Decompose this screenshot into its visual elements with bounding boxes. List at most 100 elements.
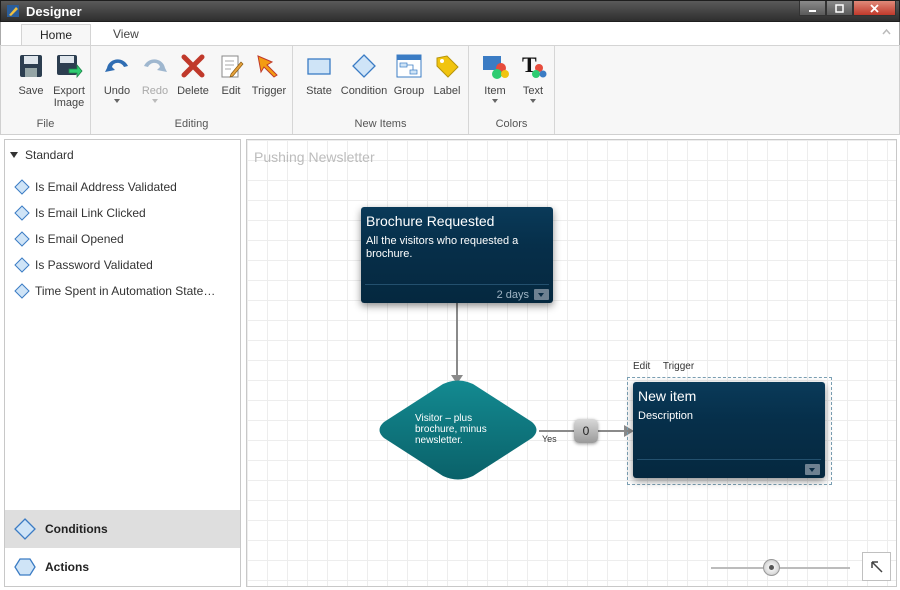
state-button[interactable]: State [299,52,339,97]
list-item[interactable]: Time Spent in Automation State… [14,278,234,304]
section-title: Standard [25,148,74,162]
state-title: Brochure Requested [366,213,495,229]
toolbox-panel: Standard Is Email Address Validated Is E… [4,139,241,587]
group-label-new-items: New Items [354,118,407,130]
toolbox-section-standard[interactable]: Standard [10,148,74,162]
redo-icon [144,59,167,72]
group-label-colors: Colors [495,118,528,130]
condition-button[interactable]: Condition [340,52,388,97]
condition-diamond-icon [14,283,30,299]
edit-label: Edit [221,85,241,97]
group-label: Group [393,85,425,97]
undo-dropdown-icon[interactable] [114,99,120,103]
text-color-label: Text [522,85,544,97]
text-color-button[interactable]: T Text [513,52,553,103]
maximize-button[interactable] [826,1,853,16]
ribbon-group-new-items: State Condition Group Label New Items [293,46,469,134]
group-button[interactable]: Group [389,52,429,97]
redo-button[interactable]: Redo [135,52,175,103]
list-item[interactable]: Is Email Link Clicked [14,200,234,226]
actions-label: Actions [45,560,90,574]
branch-counter-badge[interactable]: 0 [574,419,598,443]
condition-icon [352,54,376,78]
edit-button[interactable]: Edit [211,52,251,97]
ribbon-group-colors: Item T Text Colors [469,46,555,134]
conditions-category[interactable]: Conditions [5,510,240,548]
item-color-dropdown-icon[interactable] [492,99,498,103]
condition-diamond-icon [14,231,30,247]
state-node-new-item[interactable]: New item Description [633,382,825,478]
state-icon [307,58,331,75]
tab-home[interactable]: Home [21,24,92,45]
maximize-icon [835,3,844,13]
item-color-icon [483,56,509,79]
actions-category[interactable]: Actions [5,548,240,586]
label-button[interactable]: Label [427,52,467,97]
delete-button[interactable]: Delete [173,52,213,97]
undo-icon [105,59,128,72]
designer-canvas[interactable]: Pushing Newsletter Brochure Requested Al… [246,139,897,587]
item-color-label: Item [484,85,506,97]
zoom-slider-track[interactable] [711,567,850,569]
list-item[interactable]: Is Email Address Validated [14,174,234,200]
condition-list: Is Email Address Validated Is Email Link… [14,174,234,304]
list-item[interactable]: Is Password Validated [14,252,234,278]
state-description: All the visitors who requested a brochur… [366,235,519,260]
collapse-ribbon-icon[interactable] [882,28,891,35]
zoom-slider-thumb[interactable] [763,559,780,576]
label-tag-icon [436,55,459,78]
close-icon [870,3,879,13]
yes-branch-label: Yes [542,434,557,444]
conditions-label: Conditions [45,522,108,536]
condition-diamond-icon [14,179,30,195]
undo-button[interactable]: Undo [97,52,137,103]
redo-label: Redo [141,85,169,97]
redo-dropdown-icon[interactable] [152,99,158,103]
state-title: New item [638,388,697,404]
condition-label: Condition [340,85,388,97]
state-duration: 2 days [496,289,529,301]
list-item[interactable]: Is Email Opened [14,226,234,252]
group-icon [396,54,422,78]
state-divider [637,459,821,460]
state-dropdown-icon[interactable] [534,289,549,300]
save-label: Save [18,85,44,97]
item-color-button[interactable]: Item [475,52,515,103]
state-description: Description [638,410,694,422]
node-edit-link[interactable]: Edit [633,361,650,372]
trigger-label: Trigger [251,85,287,97]
delete-label: Delete [177,85,209,97]
condition-diamond-icon [14,205,30,221]
edit-icon [221,55,244,78]
connector-lines [451,303,634,437]
fit-to-view-button[interactable] [862,552,891,581]
node-trigger-link[interactable]: Trigger [663,361,694,372]
minimize-icon [809,9,816,12]
text-color-icon: T [522,52,547,78]
save-button[interactable]: Save [11,52,51,97]
arrow-up-left-icon [870,560,883,573]
node-action-bar: Edit Trigger [633,361,704,372]
condition-diamond-icon [14,257,30,273]
save-icon [20,55,42,77]
ribbon-tabs: Home View [0,22,900,45]
export-image-button[interactable]: Export Image [49,52,89,109]
export-image-label: Export Image [53,85,85,109]
tab-view[interactable]: View [95,24,157,45]
label-label: Label [433,85,461,97]
condition-text: Visitor – plus brochure, minus newslette… [415,413,487,446]
state-divider [365,284,549,285]
group-label-file: File [36,118,55,130]
close-button[interactable] [853,1,896,16]
ribbon-group-editing: Undo Redo Delete Edit Trigger Editing [91,46,293,134]
text-color-dropdown-icon[interactable] [530,99,536,103]
designer-app-icon [7,5,19,17]
state-dropdown-icon[interactable] [805,464,820,475]
trigger-button[interactable]: Trigger [249,52,289,97]
conditions-diamond-icon [14,518,36,540]
trigger-icon [257,55,278,78]
window-title: Designer [26,3,82,19]
state-node-brochure-requested[interactable]: Brochure Requested All the visitors who … [361,207,553,303]
actions-hexagon-icon [14,558,36,576]
minimize-button[interactable] [799,1,826,16]
